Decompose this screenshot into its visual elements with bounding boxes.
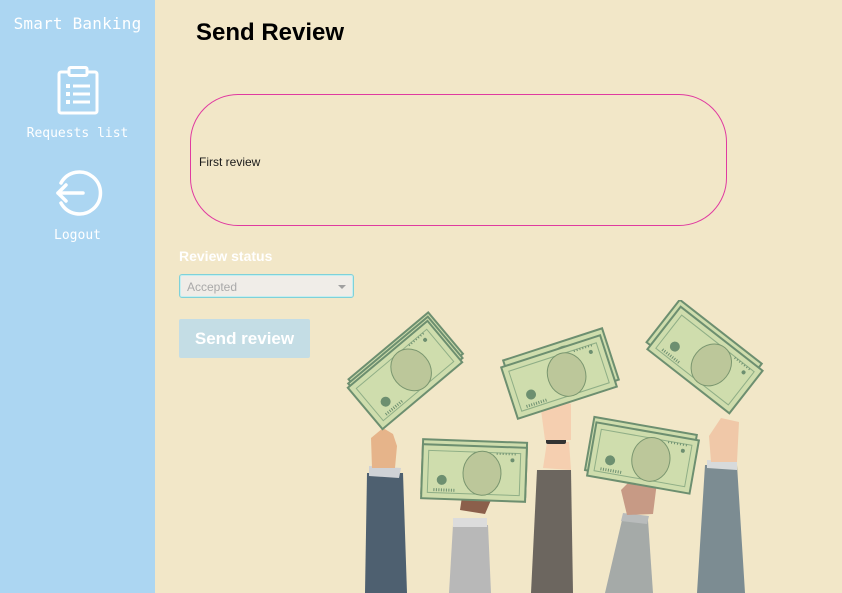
send-review-button[interactable]: Send review <box>179 319 310 358</box>
money-hands-illustration <box>346 300 765 593</box>
chevron-down-icon <box>338 285 346 289</box>
sidebar-item-logout[interactable]: Logout <box>0 168 155 248</box>
app-title: Smart Banking <box>13 14 142 33</box>
logout-icon <box>55 170 102 216</box>
review-text: First review <box>199 155 261 169</box>
review-status-label: Review status <box>179 248 273 264</box>
sidebar-item-label: Requests list <box>26 126 129 141</box>
sidebar-item-requests-list[interactable]: Requests list <box>0 66 155 146</box>
clipboard-list-icon <box>57 66 98 115</box>
sidebar: Smart Banking Requests list Logout <box>0 0 155 593</box>
sidebar-item-label: Logout <box>54 228 101 243</box>
page-title: Send Review <box>196 19 345 46</box>
review-status-select[interactable]: Accepted <box>179 274 354 298</box>
review-textarea[interactable]: First review <box>190 94 727 226</box>
review-status-value: Accepted <box>187 280 238 294</box>
